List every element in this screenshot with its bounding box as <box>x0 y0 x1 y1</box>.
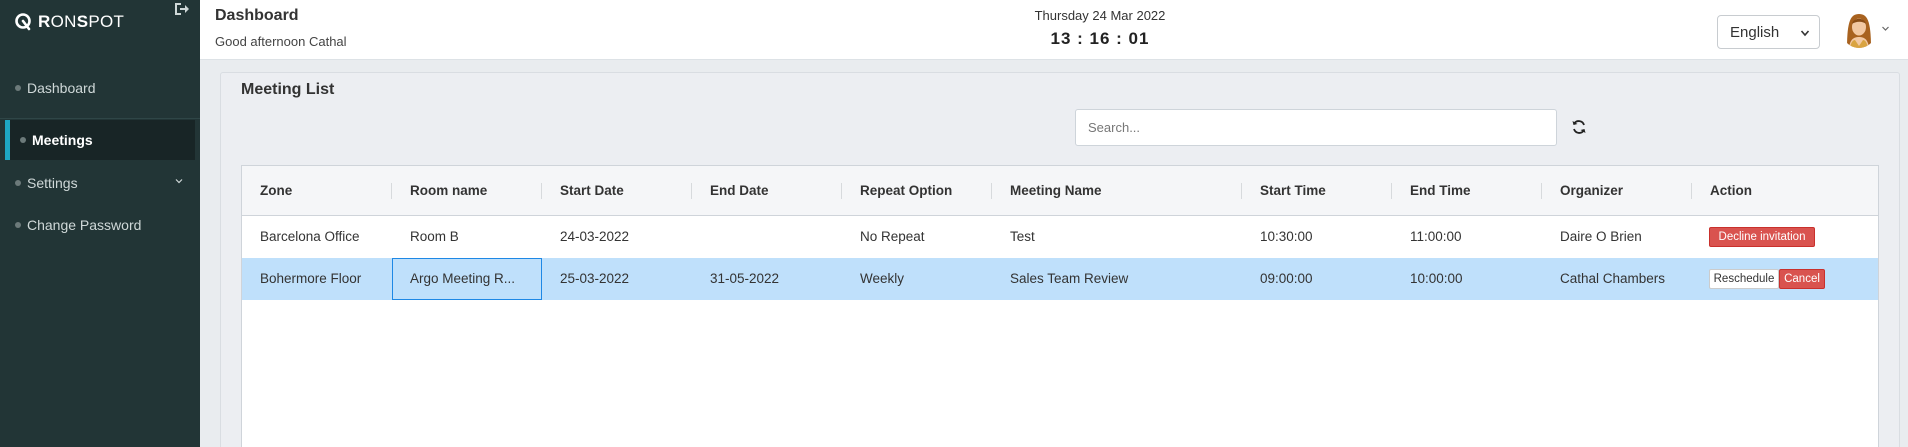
section-title: Meeting List <box>241 81 335 98</box>
greeting-text: Good afternoon Cathal <box>215 34 347 49</box>
cell-meeting-name: Test <box>1010 229 1035 244</box>
ronspot-logo-icon <box>15 13 31 31</box>
decline-invitation-button[interactable]: Decline invitation <box>1709 227 1815 247</box>
cell-zone: Bohermore Floor <box>260 271 362 286</box>
sidebar-item-label: Dashboard <box>27 80 96 96</box>
language-select-value: English <box>1730 23 1780 41</box>
user-avatar[interactable] <box>1841 10 1877 48</box>
table-row-selected[interactable]: Bohermore Floor Argo Meeting R... 25-03-… <box>242 258 1878 300</box>
cancel-meeting-button[interactable]: Cancel <box>1779 269 1825 289</box>
search-input[interactable] <box>1075 109 1557 146</box>
user-menu-chevron-icon[interactable] <box>1881 24 1890 33</box>
refresh-icon[interactable] <box>1571 119 1587 135</box>
cell-organizer: Cathal Chambers <box>1560 271 1666 286</box>
column-header-end-time[interactable]: End Time <box>1392 166 1542 216</box>
table-header: Zone Room name Start Date End Date Repea… <box>242 166 1878 216</box>
page-title: Dashboard <box>215 7 299 24</box>
sidebar-item-dashboard[interactable]: Dashboard <box>0 68 200 108</box>
column-header-start-date[interactable]: Start Date <box>542 166 692 216</box>
reschedule-button[interactable]: Reschedule <box>1709 269 1779 289</box>
sidebar-divider <box>0 118 200 119</box>
cell-start-date: 24-03-2022 <box>560 229 630 244</box>
cell-end-date <box>692 216 842 258</box>
language-select[interactable]: English <box>1717 15 1820 49</box>
column-header-zone[interactable]: Zone <box>242 166 392 216</box>
ronspot-logo[interactable]: RONSPOT <box>14 12 124 32</box>
cell-end-date: 31-05-2022 <box>710 271 780 286</box>
cell-room-name[interactable]: Argo Meeting R... <box>392 258 542 300</box>
current-date: Thursday 24 Mar 2022 <box>1034 8 1166 23</box>
sidebar-item-label: Meetings <box>32 132 93 148</box>
bullet-icon <box>15 222 21 228</box>
column-header-repeat-option[interactable]: Repeat Option <box>842 166 992 216</box>
table-row[interactable]: Barcelona Office Room B 24-03-2022 No Re… <box>242 216 1878 258</box>
sidebar-item-settings[interactable]: Settings <box>0 163 200 203</box>
cell-start-time: 09:00:00 <box>1260 271 1313 286</box>
column-header-end-date[interactable]: End Date <box>692 166 842 216</box>
top-header: Dashboard Good afternoon Cathal Thursday… <box>200 0 1908 60</box>
chevron-down-icon <box>1800 30 1810 37</box>
sidebar-item-label: Change Password <box>27 217 142 233</box>
column-header-meeting-name[interactable]: Meeting Name <box>992 166 1242 216</box>
logout-icon[interactable] <box>174 2 190 16</box>
sidebar-item-change-password[interactable]: Change Password <box>0 205 200 245</box>
user-avatar-image <box>1841 10 1877 48</box>
cell-start-time: 10:30:00 <box>1260 229 1313 244</box>
cell-room-name: Room B <box>410 229 459 244</box>
column-header-room-name[interactable]: Room name <box>392 166 542 216</box>
current-time: 13 : 16 : 01 <box>1050 29 1150 48</box>
sidebar-item-meetings[interactable]: Meetings <box>5 120 195 160</box>
cell-repeat-option: No Repeat <box>860 229 925 244</box>
sidebar: RONSPOT Dashboard Meetings Settings Chan… <box>0 0 200 447</box>
cell-end-time: 10:00:00 <box>1410 271 1463 286</box>
cell-organizer: Daire O Brien <box>1560 229 1642 244</box>
column-header-action: Action <box>1710 183 1752 198</box>
sidebar-item-label: Settings <box>27 175 78 191</box>
logo-text: RONSPOT <box>38 12 125 31</box>
cell-end-time: 11:00:00 <box>1410 229 1462 244</box>
meetings-table: Zone Room name Start Date End Date Repea… <box>241 165 1879 447</box>
cell-zone: Barcelona Office <box>260 229 360 244</box>
cell-repeat-option: Weekly <box>860 271 905 286</box>
chevron-down-icon <box>175 179 183 184</box>
cell-start-date: 25-03-2022 <box>560 271 630 286</box>
bullet-icon <box>15 180 21 186</box>
bullet-icon <box>20 137 26 143</box>
column-header-organizer[interactable]: Organizer <box>1542 166 1692 216</box>
cell-meeting-name: Sales Team Review <box>1010 271 1129 286</box>
bullet-icon <box>15 85 21 91</box>
column-header-start-time[interactable]: Start Time <box>1242 166 1392 216</box>
